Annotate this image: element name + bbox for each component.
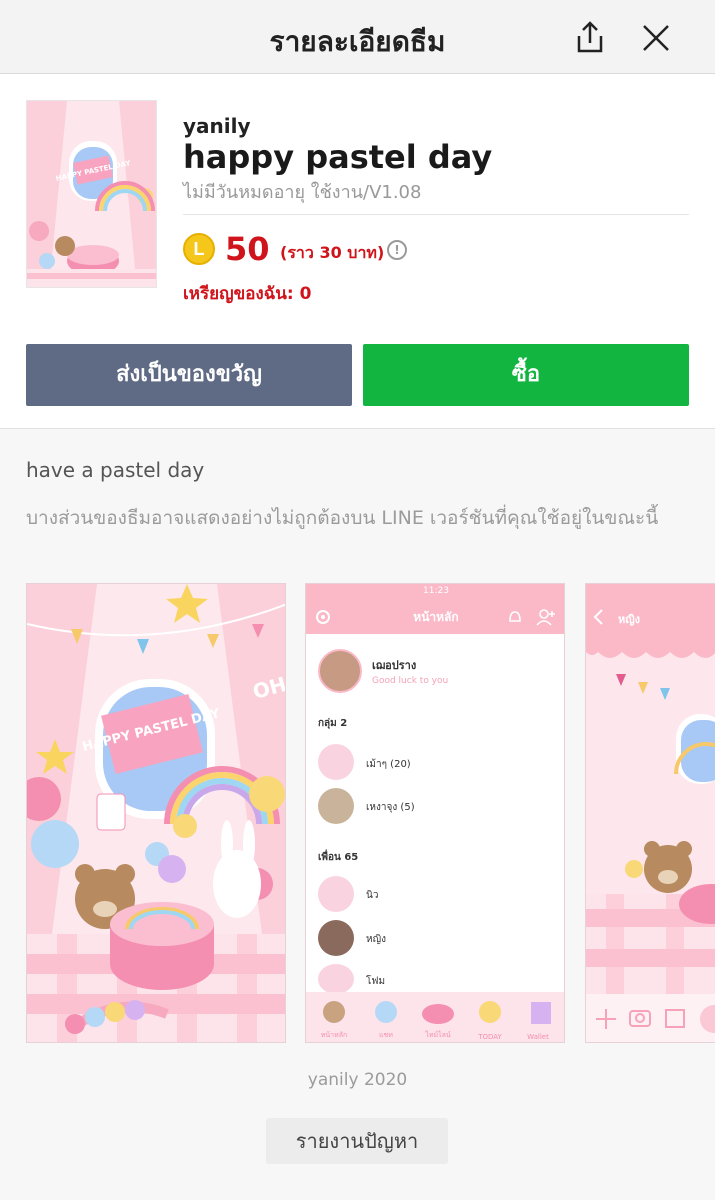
info-divider (183, 214, 689, 215)
theme-author[interactable]: yanily (183, 114, 251, 138)
header-bar: รายละเอียดธีม (0, 0, 715, 74)
preview-2-profile-name: เฌอปราง (372, 659, 417, 672)
preview-2-friend-avatar (318, 920, 354, 956)
gift-button[interactable]: ส่งเป็นของขวัญ (26, 344, 352, 406)
preview-2-friend-avatar (318, 964, 354, 994)
preview-3-nav-bar: หญิง (586, 584, 715, 634)
preview-2-group-name: เม้าๆ (20) (366, 759, 411, 770)
preview-2-groups-header: กลุ่ม 2 (318, 718, 348, 729)
theme-description: have a pastel day (26, 458, 205, 482)
preview-2-tab: TODAY (478, 1033, 502, 1041)
bell-icon (509, 611, 521, 622)
close-button[interactable] (636, 18, 676, 58)
theme-info-card: HAPPY PASTEL DAY yanily happy pastel day… (0, 74, 715, 429)
preview-screenshot-1[interactable]: OH HAPPY PASTEL DAY (26, 583, 286, 1043)
preview-3-chat-title: หญิง (618, 613, 640, 626)
preview-1-art: OH HAPPY PASTEL DAY (27, 584, 285, 1042)
theme-validity-version: ไม่มีวันหมดอายุ ใช้งาน/V1.08 (183, 182, 422, 203)
preview-2-tab-icons (323, 1001, 551, 1024)
preview-2-status-time: 11:23 (423, 586, 449, 596)
preview-2-group-avatar (318, 788, 354, 824)
preview-2-friends-header: เพื่อน 65 (318, 852, 359, 863)
theme-title: happy pastel day (183, 138, 493, 176)
preview-2-tab-bar: หน้าหลัก แชท ไทม์ไลน์ TODAY Wallet (306, 992, 564, 1042)
preview-2-friend-name: โฟม (366, 976, 386, 987)
preview-screenshot-3[interactable]: หญิง (585, 583, 715, 1043)
back-chevron-icon (593, 609, 603, 625)
my-coins-balance: เหรียญของฉัน: 0 (183, 284, 312, 304)
preview-2-friend-name: หญิง (366, 934, 386, 945)
preview-2-profile-avatar (318, 649, 362, 693)
preview-2-tab: Wallet (527, 1033, 549, 1041)
preview-2-group-name: เหงาจุง (5) (366, 802, 415, 813)
share-button[interactable] (570, 18, 610, 58)
share-icon (577, 21, 603, 53)
report-problem-button[interactable]: รายงานปัญหา (266, 1118, 448, 1164)
theme-thumbnail-art: HAPPY PASTEL DAY (27, 101, 156, 287)
compatibility-warning: บางส่วนของธีมอาจแสดงอย่างไม่ถูกต้องบน LI… (26, 507, 659, 529)
preview-3-art (586, 634, 715, 1042)
gear-icon (316, 610, 330, 624)
line-coin-icon: L (183, 233, 215, 265)
preview-2-nav-bar: 11:23 หน้าหลัก (306, 584, 564, 634)
preview-2-profile-status: Good luck to you (372, 676, 449, 686)
add-friend-icon (536, 609, 555, 626)
copyright-text: yanily 2020 (307, 1070, 408, 1090)
price-value: 50 (225, 230, 270, 268)
buy-button[interactable]: ซื้อ (363, 344, 689, 406)
preview-2-friend-avatar (318, 876, 354, 912)
preview-2-group-avatar (318, 744, 354, 780)
preview-2-friend-name: นิว (366, 890, 379, 901)
price-approx: (ราว 30 บาท) (280, 243, 385, 262)
close-icon (643, 25, 669, 51)
preview-2-nav-title: หน้าหลัก (413, 610, 459, 624)
theme-thumbnail[interactable]: HAPPY PASTEL DAY (26, 100, 157, 288)
preview-screenshot-2[interactable]: 11:23 หน้าหลัก เฌอปราง Good luck to you … (305, 583, 565, 1043)
price-info-icon[interactable]: ! (387, 240, 407, 260)
